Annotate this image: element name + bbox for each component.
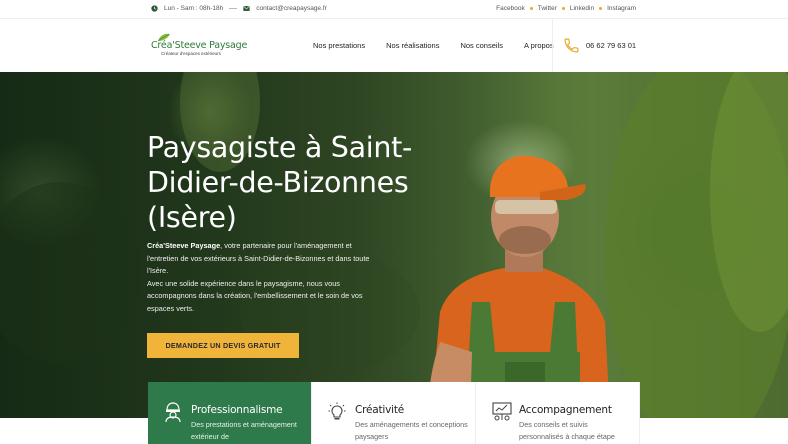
instagram-link[interactable]: Instagram (607, 5, 636, 12)
hero-section: Paysagiste à Saint-Didier-de-Bizonnes (I… (0, 72, 788, 418)
contact-info: Lun - Sam : 08h-18h contact@creapaysage.… (151, 5, 327, 12)
site-logo[interactable]: Créa'Steeve Paysage Créateur d'espaces e… (151, 33, 247, 59)
nav-realisations[interactable]: Nos réalisations (386, 41, 439, 50)
email-link[interactable]: contact@creapaysage.fr (256, 5, 327, 12)
quote-request-button[interactable]: DEMANDEZ UN DEVIS GRATUIT (147, 333, 299, 358)
lightbulb-icon (328, 402, 346, 420)
linkedin-link[interactable]: Linkedin (570, 5, 594, 12)
feature-card-creativity[interactable]: Créativité Des aménagements et conceptio… (312, 382, 476, 444)
company-name: Créa'Steeve Paysage (147, 241, 221, 250)
gardener-illustration (429, 155, 610, 418)
hero-description-line-2: Avec une solide expérience dans le paysa… (147, 278, 363, 313)
main-nav: Nos prestations Nos réalisations Nos con… (313, 41, 554, 50)
features-row: Professionnalisme Des prestations et amé… (148, 382, 640, 444)
social-links: Facebook Twitter Linkedin Instagram (496, 5, 636, 12)
clock-icon (151, 5, 158, 12)
divider (229, 8, 238, 9)
phone-contact[interactable]: 06 62 79 63 01 (552, 19, 640, 72)
feature-title: Professionnalisme (191, 404, 283, 416)
site-header: Créa'Steeve Paysage Créateur d'espaces e… (0, 19, 788, 72)
feature-card-professionalism[interactable]: Professionnalisme Des prestations et amé… (148, 382, 312, 444)
opening-hours: Lun - Sam : 08h-18h (164, 5, 224, 12)
facebook-link[interactable]: Facebook (496, 5, 525, 12)
hero-title: Paysagiste à Saint-Didier-de-Bizonnes (I… (147, 131, 412, 234)
nav-conseils[interactable]: Nos conseils (460, 41, 503, 50)
logo-name: Créa'Steeve Paysage (151, 40, 248, 51)
logo-tagline: Créateur d'espaces extérieurs (161, 51, 221, 56)
hero-description: Créa'Steeve Paysage, votre partenaire po… (147, 240, 383, 315)
twitter-link[interactable]: Twitter (538, 5, 557, 12)
phone-number: 06 62 79 63 01 (586, 41, 637, 50)
feature-text: Des conseils et suivis personnalisés à c… (519, 420, 615, 441)
worker-icon (165, 402, 181, 422)
feature-text: Des aménagements et conceptions paysager… (355, 420, 468, 441)
feature-title: Créativité (355, 404, 405, 416)
feature-text: Des prestations et aménagement extérieur… (191, 420, 297, 441)
feature-title: Accompagnement (519, 404, 612, 416)
nav-prestations[interactable]: Nos prestations (313, 41, 365, 50)
presentation-icon (492, 402, 512, 421)
separator-dot (529, 7, 533, 10)
feature-card-support[interactable]: Accompagnement Des conseils et suivis pe… (476, 382, 640, 444)
top-bar: Lun - Sam : 08h-18h contact@creapaysage.… (0, 0, 788, 19)
mail-icon (243, 5, 251, 11)
separator-dot (599, 7, 603, 10)
phone-icon (564, 38, 579, 53)
separator-dot (561, 7, 565, 10)
nav-a-propos[interactable]: A propos (524, 41, 554, 50)
hero-overlay (0, 72, 788, 418)
